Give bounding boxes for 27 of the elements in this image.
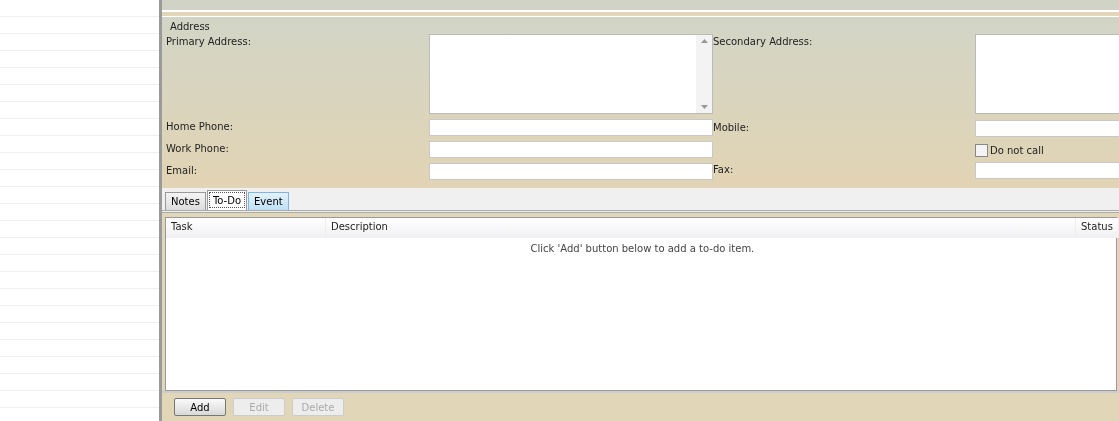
field-label: Secondary Address: bbox=[713, 35, 814, 49]
field-label: Mobile: bbox=[713, 121, 751, 135]
column-header[interactable]: Task bbox=[166, 218, 326, 238]
tab[interactable]: Notes bbox=[165, 192, 206, 210]
text-area[interactable] bbox=[429, 34, 713, 114]
input-field[interactable] bbox=[429, 141, 713, 158]
tab[interactable]: Event bbox=[248, 192, 289, 210]
column-header[interactable]: Status bbox=[1076, 218, 1119, 238]
checkbox-label: Do not call bbox=[990, 144, 1044, 156]
group-title: Address bbox=[169, 20, 211, 34]
input-field[interactable] bbox=[975, 162, 1119, 179]
field-label: Email: bbox=[166, 164, 199, 178]
text-area[interactable] bbox=[975, 34, 1119, 114]
input-field[interactable] bbox=[975, 120, 1119, 137]
input-field[interactable] bbox=[429, 163, 713, 180]
input-field[interactable] bbox=[429, 119, 713, 136]
scroll-down-icon[interactable] bbox=[700, 105, 708, 109]
checkbox[interactable] bbox=[975, 143, 988, 157]
tab[interactable]: To-Do bbox=[206, 190, 248, 210]
empty-message: Click 'Add' button below to add a to-do item. bbox=[530, 243, 755, 254]
add-button[interactable]: Add bbox=[174, 398, 226, 416]
field-label: Home Phone: bbox=[166, 120, 235, 134]
field-label: Primary Address: bbox=[166, 35, 252, 49]
column-header[interactable]: Description bbox=[326, 218, 1076, 238]
field-label: Work Phone: bbox=[166, 142, 230, 156]
scroll-up-icon[interactable] bbox=[700, 39, 708, 43]
field-label: Fax: bbox=[713, 163, 735, 177]
